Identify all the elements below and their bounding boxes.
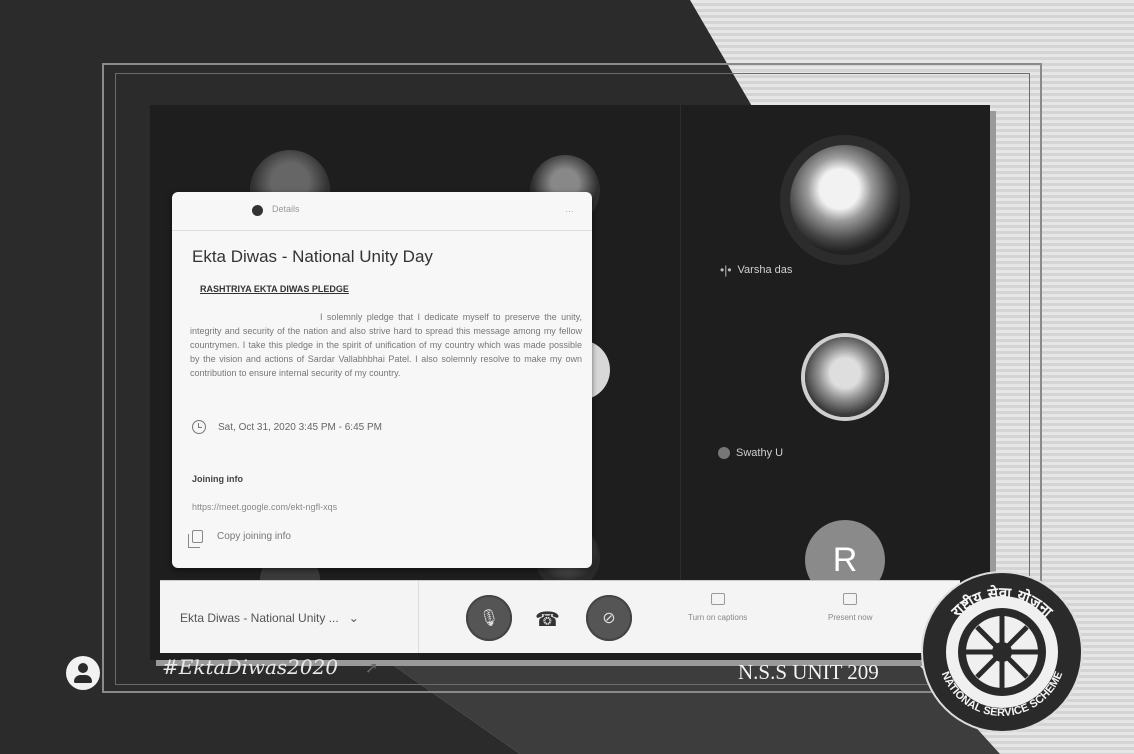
meeting-time: Sat, Oct 31, 2020 3:45 PM - 6:45 PM bbox=[218, 421, 382, 433]
mouse-cursor-icon: ➚ bbox=[365, 660, 379, 677]
camera-toggle-button[interactable]: ⊘ bbox=[586, 595, 632, 641]
unit-caption: N.S.S UNIT 209 bbox=[738, 660, 879, 684]
participant-name-swathy: Swathy U bbox=[718, 447, 783, 459]
profile-icon bbox=[66, 656, 100, 690]
bar-divider bbox=[418, 581, 419, 653]
copy-joining-info-label: Copy joining info bbox=[217, 531, 291, 542]
captions-button[interactable]: Turn on captions bbox=[688, 593, 747, 622]
nss-logo-icon: राष्ट्रीय सेवा योजना NATIONAL SERVICE SC… bbox=[921, 571, 1083, 733]
pledge-text: I solemnly pledge that I dedicate myself… bbox=[190, 312, 582, 378]
info-icon bbox=[252, 205, 263, 216]
meeting-name-label: Ekta Diwas - National Unity ... bbox=[180, 611, 339, 625]
participant-avatar-swathy bbox=[805, 337, 885, 417]
mic-toggle-button[interactable]: 🎙 bbox=[466, 595, 512, 641]
present-icon bbox=[843, 593, 858, 605]
popup-tabs: Details … bbox=[172, 192, 592, 231]
captions-icon bbox=[710, 593, 725, 605]
photo-scene: •|• Varsha das Swathy U R Details … Ekta… bbox=[0, 0, 1134, 754]
participant-name-varsha: •|• Varsha das bbox=[720, 263, 793, 277]
clock-icon bbox=[192, 420, 206, 434]
camera-off-icon: ⊘ bbox=[602, 610, 616, 627]
present-now-button[interactable]: Present now bbox=[828, 593, 872, 622]
meeting-details-toggle[interactable]: Ekta Diwas - National Unity ... ⌄ bbox=[180, 611, 359, 625]
present-label: Present now bbox=[828, 613, 873, 622]
tab-details[interactable]: Details bbox=[272, 204, 300, 214]
meeting-title: Ekta Diwas - National Unity Day bbox=[192, 247, 433, 266]
meet-bottom-bar: Ekta Diwas - National Unity ... ⌄ 🎙 ☎ ⊘ … bbox=[160, 580, 960, 653]
pledge-heading: RASHTRIYA EKTA DIWAS PLEDGE bbox=[200, 284, 349, 294]
joining-info-heading: Joining info bbox=[192, 474, 243, 484]
hashtag-caption: #EktaDiwas2020 bbox=[162, 655, 339, 679]
joining-link[interactable]: https://meet.google.com/ekt-ngfl-xqs bbox=[192, 502, 337, 512]
copy-joining-info-button[interactable]: Copy joining info bbox=[188, 530, 291, 548]
tab-people[interactable]: … bbox=[565, 204, 574, 214]
captions-label: Turn on captions bbox=[688, 613, 748, 622]
mic-off-icon: 🎙 bbox=[478, 610, 500, 627]
copy-icon bbox=[188, 530, 203, 548]
hang-up-button[interactable]: ☎ bbox=[535, 607, 560, 632]
participant-avatar-varsha bbox=[790, 145, 900, 255]
meeting-time-row: Sat, Oct 31, 2020 3:45 PM - 6:45 PM bbox=[192, 420, 382, 434]
chevron-down-icon: ⌄ bbox=[348, 611, 359, 625]
phone-icon: ☎ bbox=[535, 609, 560, 631]
grid-divider bbox=[680, 105, 681, 580]
meeting-details-popup: Details … Ekta Diwas - National Unity Da… bbox=[172, 192, 592, 568]
mic-muted-icon bbox=[718, 447, 730, 459]
audio-level-icon: •|• bbox=[720, 263, 732, 277]
